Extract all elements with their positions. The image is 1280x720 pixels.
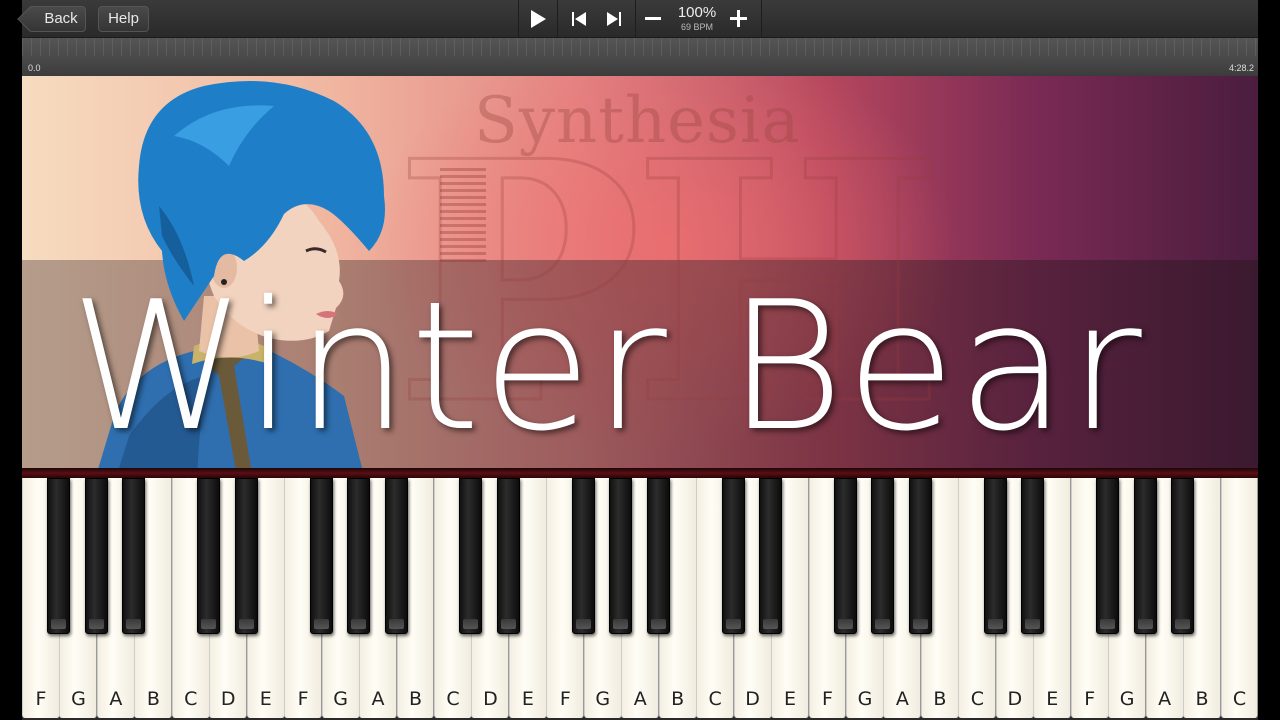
transport-controls: 100% 69 BPM	[518, 0, 762, 38]
piano-key-label: F	[35, 688, 47, 710]
watermark-text: Synthesia	[474, 84, 801, 158]
piano-key-black[interactable]	[122, 478, 146, 634]
piano-key-black[interactable]	[197, 478, 221, 634]
piano-key-black[interactable]	[234, 478, 258, 634]
piano-key-black[interactable]	[384, 478, 408, 634]
separator	[635, 0, 636, 38]
speed-increase-icon[interactable]	[730, 10, 747, 27]
piano-key-black[interactable]	[721, 478, 745, 634]
timeline-ticks	[22, 38, 1258, 56]
top-toolbar: Back Help 100% 69 BPM	[22, 0, 1258, 38]
piano-key-label: F	[822, 688, 833, 710]
piano-key-label: E	[521, 688, 534, 710]
piano-key-black[interactable]	[871, 478, 895, 634]
song-banner: PH Synthesia Winter Bear	[22, 76, 1258, 468]
piano-key-label: C	[708, 688, 722, 710]
speed-decrease-icon[interactable]	[645, 17, 661, 20]
piano-key-black[interactable]	[309, 478, 333, 634]
piano-key-label: C	[184, 688, 198, 710]
piano-key-black[interactable]	[609, 478, 633, 634]
bpm-readout: 69 BPM	[680, 22, 713, 32]
right-frame	[1258, 0, 1280, 720]
separator	[557, 0, 558, 38]
piano-key-label: G	[1119, 688, 1135, 710]
piano-key-label: A	[633, 688, 647, 710]
piano-key-label: C	[1232, 688, 1247, 710]
piano-key-label: C	[446, 688, 460, 710]
piano-key-label: E	[784, 688, 797, 710]
piano-key-black[interactable]	[908, 478, 932, 634]
piano-key-label: G	[71, 688, 86, 710]
piano-key-label: E	[259, 688, 272, 710]
skip-forward-icon[interactable]	[607, 12, 621, 26]
piano-key-label: G	[333, 688, 348, 710]
piano-key-label: A	[1158, 688, 1172, 710]
piano-key-label: B	[933, 688, 947, 710]
piano-key-label: F	[1084, 688, 1096, 710]
piano-key-label: G	[595, 688, 611, 710]
piano-keyboard: FGABCDEFGABCDEFGABCDEFGABCDEFGABC	[22, 478, 1259, 720]
piano-key-black[interactable]	[1021, 478, 1045, 634]
piano-key-label: A	[895, 688, 909, 710]
piano-key-black[interactable]	[84, 478, 108, 634]
piano-key-label: G	[857, 688, 873, 710]
piano-key-black[interactable]	[459, 478, 483, 634]
piano-key-label: A	[109, 688, 123, 710]
speed-readout: 100%	[677, 4, 717, 21]
piano-key-label: D	[220, 688, 236, 710]
piano-key-black[interactable]	[347, 478, 371, 634]
piano-key-black[interactable]	[1171, 478, 1195, 634]
timeline-end-time: 4:28.2	[1228, 63, 1254, 73]
timeline-start-time: 0.0	[28, 63, 41, 73]
piano-key-label: E	[1046, 688, 1059, 710]
piano-key-label: B	[146, 688, 160, 710]
piano-key-black[interactable]	[834, 478, 857, 634]
piano-key-white[interactable]: C	[1220, 478, 1259, 718]
back-button[interactable]: Back	[28, 6, 86, 32]
piano-key-label: F	[559, 688, 571, 710]
piano-key-label: B	[671, 688, 685, 710]
song-title: Winter Bear	[70, 263, 1144, 468]
help-button[interactable]: Help	[98, 6, 149, 32]
piano-key-label: D	[1007, 688, 1023, 710]
piano-key-black[interactable]	[983, 478, 1007, 634]
song-timeline[interactable]: 0.0 4:28.2	[22, 38, 1258, 76]
piano-key-label: F	[297, 688, 309, 710]
piano-key-label: C	[970, 688, 984, 710]
piano-key-black[interactable]	[571, 478, 595, 634]
skip-back-icon[interactable]	[572, 12, 586, 26]
piano-key-black[interactable]	[496, 478, 520, 634]
piano-key-label: B	[408, 688, 423, 710]
piano-key-black[interactable]	[646, 478, 670, 634]
piano-key-black[interactable]	[47, 478, 71, 634]
piano-key-label: D	[483, 688, 498, 710]
keyboard-divider	[22, 468, 1258, 478]
piano-key-black[interactable]	[1133, 478, 1157, 634]
piano-key-black[interactable]	[1096, 478, 1120, 634]
piano-key-black[interactable]	[759, 478, 783, 634]
piano-key-label: A	[371, 688, 385, 710]
piano-key-label: D	[745, 688, 760, 710]
play-icon[interactable]	[531, 10, 546, 28]
left-frame	[0, 0, 22, 720]
piano-key-label: B	[1195, 688, 1209, 710]
